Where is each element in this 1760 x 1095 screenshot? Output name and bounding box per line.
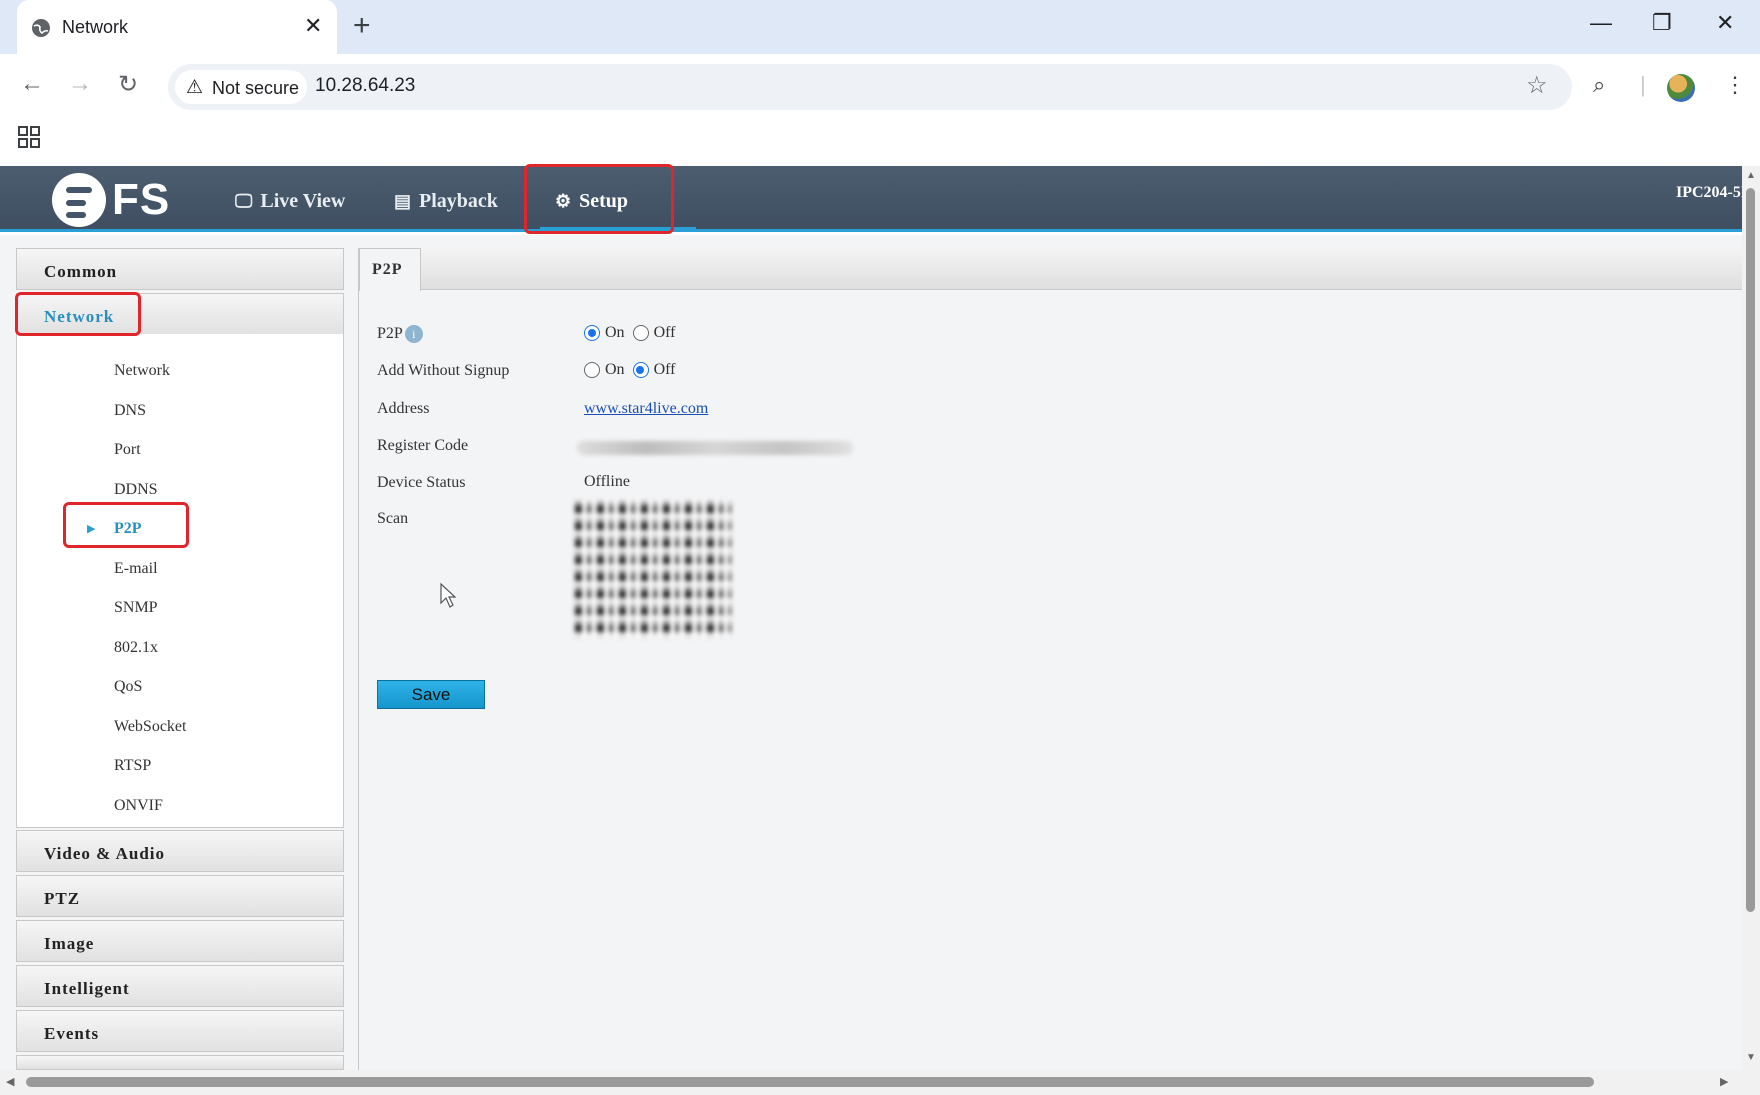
tab-search-icon[interactable]: ⌕	[1593, 72, 1605, 98]
content-panel: P2P P2P i On Off Add Without Signup On O…	[358, 248, 1743, 1070]
profile-avatar[interactable]	[1667, 74, 1695, 102]
device-status-label: Device Status	[377, 474, 466, 491]
app-header: FS 🖵 Live View ▤ Playback ⚙ Setup IPC204…	[0, 166, 1747, 232]
sidebar-item-8021x[interactable]: 802.1x	[114, 639, 158, 657]
add-without-signup-radio-group: On Off	[584, 361, 683, 379]
reload-icon[interactable]: ↻	[118, 70, 138, 99]
bookmark-star-icon[interactable]: ☆	[1526, 71, 1548, 100]
address-label: Address	[377, 400, 430, 417]
scroll-left-icon[interactable]: ◀	[6, 1075, 14, 1088]
nav-playback[interactable]: ▤ Playback	[394, 190, 498, 213]
sidebar-section-ptz[interactable]: PTZ	[16, 875, 344, 917]
toolbar-divider: |	[1640, 72, 1646, 97]
apps-grid-icon[interactable]	[18, 126, 40, 148]
register-code-blurred	[577, 441, 853, 455]
browser-tab[interactable]: Network ✕	[17, 0, 337, 54]
horizontal-scrollbar[interactable]: ◀ ▶	[0, 1070, 1760, 1095]
sidebar-item-network[interactable]: Network	[114, 362, 170, 380]
register-code-label: Register Code	[377, 437, 469, 454]
sidebar-item-email[interactable]: E-mail	[114, 560, 158, 578]
signup-on-radio[interactable]	[584, 362, 600, 378]
signup-on-label: On	[605, 361, 625, 378]
fs-logo-mark	[52, 173, 106, 227]
sidebar-item-rtsp[interactable]: RTSP	[114, 757, 151, 775]
security-chip[interactable]: ⚠ Not secure	[175, 70, 307, 104]
sidebar-section-intelligent[interactable]: Intelligent	[16, 965, 344, 1007]
sidebar-item-snmp[interactable]: SNMP	[114, 599, 158, 617]
mouse-cursor-icon	[440, 583, 456, 608]
sidebar-section-video-audio[interactable]: Video & Audio	[16, 830, 344, 872]
sidebar-item-onvif[interactable]: ONVIF	[114, 797, 163, 815]
scroll-right-icon[interactable]: ▶	[1720, 1075, 1728, 1088]
sidebar-item-port[interactable]: Port	[114, 441, 141, 459]
monitor-icon: 🖵	[235, 191, 253, 211]
address-bar[interactable]: ⚠ Not secure 10.28.64.23 ☆	[168, 64, 1572, 110]
playback-icon: ▤	[394, 191, 412, 211]
scroll-down-icon[interactable]: ▼	[1746, 1052, 1756, 1063]
back-icon[interactable]: ←	[20, 70, 44, 98]
device-status-value: Offline	[584, 473, 630, 490]
scroll-up-icon[interactable]: ▲	[1746, 170, 1756, 181]
sidebar-item-ddns[interactable]: DDNS	[114, 481, 158, 499]
sidebar-section-image[interactable]: Image	[16, 920, 344, 962]
qr-code-blurred	[575, 500, 731, 638]
close-window-icon[interactable]: ✕	[1716, 10, 1734, 36]
fs-logo: FS	[52, 173, 170, 227]
menu-kebab-icon[interactable]: ⋮	[1724, 72, 1746, 98]
browser-tab-strip: Network ✕ + — ❐ ✕	[0, 0, 1760, 54]
add-without-signup-label: Add Without Signup	[377, 362, 510, 379]
forward-icon[interactable]: →	[68, 70, 92, 98]
bookmarks-bar	[0, 114, 1760, 166]
highlight-setup	[524, 164, 674, 234]
close-tab-icon[interactable]: ✕	[304, 13, 322, 39]
restore-icon[interactable]: ❐	[1652, 10, 1672, 36]
nav-playback-label: Playback	[419, 190, 498, 212]
info-icon[interactable]: i	[404, 325, 423, 343]
sidebar-section-events[interactable]: Events	[16, 1010, 344, 1052]
vertical-scrollbar[interactable]: ▲ ▼	[1742, 166, 1760, 1070]
network-submenu: Network DNS Port DDNS ▶ P2P E-mail SNMP …	[16, 334, 344, 828]
horizontal-scroll-thumb[interactable]	[26, 1077, 1594, 1087]
sidebar-item-dns[interactable]: DNS	[114, 402, 146, 420]
scan-label: Scan	[377, 510, 409, 527]
globe-icon	[32, 19, 50, 37]
logo-text: FS	[112, 175, 171, 224]
nav-live-view-label: Live View	[260, 190, 346, 212]
content-tab-strip	[359, 248, 1743, 290]
sidebar-section-next[interactable]	[16, 1055, 344, 1070]
url-text[interactable]: 10.28.64.23	[315, 75, 415, 97]
save-button[interactable]: Save	[377, 680, 485, 709]
new-tab-icon[interactable]: +	[353, 9, 371, 43]
p2p-off-label: Off	[653, 324, 676, 341]
p2p-off-radio[interactable]	[632, 325, 649, 341]
signup-off-label: Off	[653, 361, 676, 378]
sidebar: Common Network Network DNS Port DDNS ▶ P…	[16, 248, 344, 1070]
tab-title: Network	[62, 17, 129, 37]
minimize-icon[interactable]: —	[1590, 10, 1612, 36]
tab-p2p[interactable]: P2P	[359, 248, 421, 291]
p2p-label-text: P2P	[377, 325, 403, 342]
p2p-on-label: On	[605, 324, 625, 341]
nav-live-view[interactable]: 🖵 Live View	[235, 190, 345, 213]
sidebar-item-qos[interactable]: QoS	[114, 678, 142, 696]
device-model: IPC204-5I	[1676, 184, 1748, 201]
sidebar-section-common[interactable]: Common	[16, 248, 344, 290]
highlight-p2p	[63, 502, 189, 548]
signup-off-radio[interactable]	[632, 362, 649, 378]
p2p-on-radio[interactable]	[584, 325, 600, 341]
vertical-scroll-thumb[interactable]	[1746, 188, 1755, 912]
p2p-radio-group: On Off	[584, 324, 683, 342]
sidebar-item-websocket[interactable]: WebSocket	[114, 718, 186, 736]
warning-icon: ⚠	[186, 77, 204, 98]
security-label: Not secure	[212, 78, 300, 98]
address-link[interactable]: www.star4live.com	[584, 400, 708, 418]
p2p-field-label: P2P i	[377, 325, 423, 343]
highlight-network	[15, 292, 141, 336]
